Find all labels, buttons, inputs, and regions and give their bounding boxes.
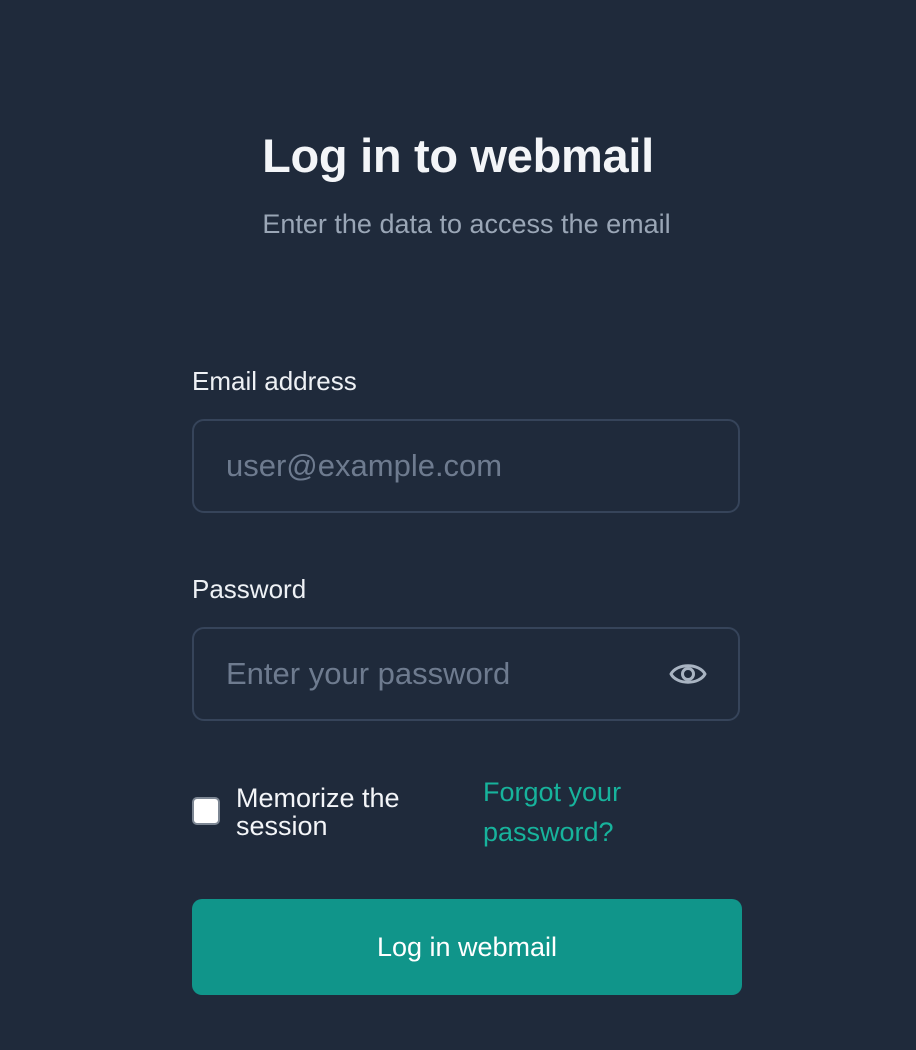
email-label: Email address <box>192 366 357 396</box>
email-input[interactable] <box>226 421 666 511</box>
login-page: Log in to webmail Enter the data to acce… <box>0 0 916 1050</box>
login-button[interactable]: Log in webmail <box>192 899 742 995</box>
password-label: Password <box>192 574 307 604</box>
page-subtitle: Enter the data to access the email <box>262 209 671 239</box>
eye-icon[interactable] <box>668 657 708 691</box>
forgot-password-link[interactable]: Forgot your password? <box>483 772 703 852</box>
remember-checkbox[interactable] <box>192 797 220 825</box>
password-field-container <box>192 627 740 721</box>
remember-label[interactable]: Memorize the session <box>236 784 456 840</box>
password-input[interactable] <box>226 629 666 719</box>
remember-session: Memorize the session <box>192 784 462 846</box>
page-title: Log in to webmail <box>262 129 654 182</box>
email-field-container <box>192 419 740 513</box>
